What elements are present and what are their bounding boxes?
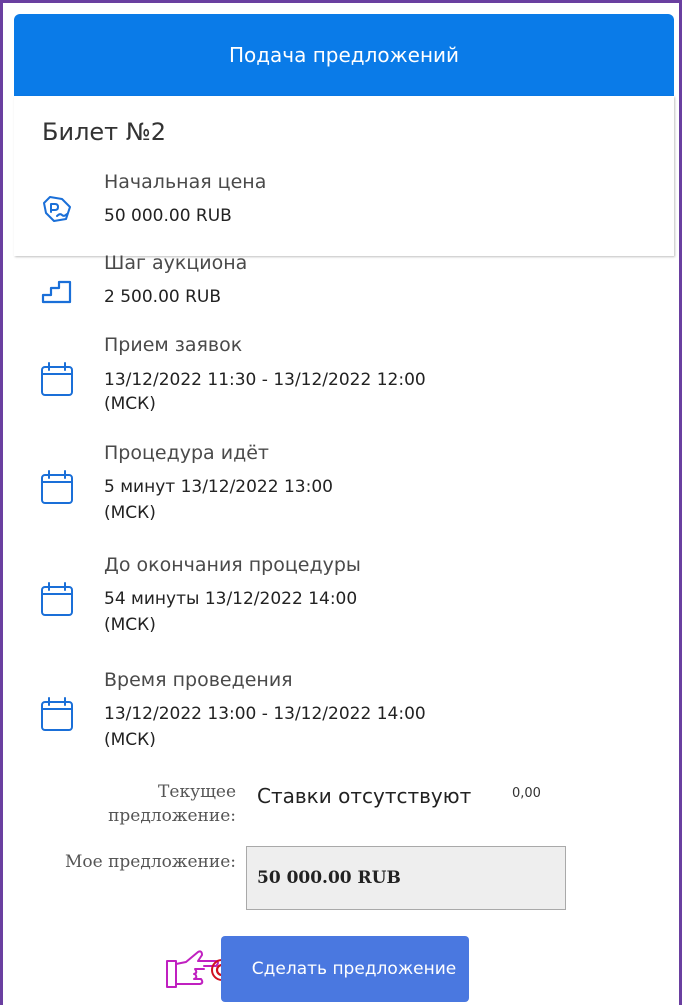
start-price-label: Начальная цена — [104, 171, 267, 193]
start-price-value: 50 000.00 RUB — [104, 206, 232, 226]
calendar-icon — [40, 361, 74, 401]
detail-procedure-running: Процедура идёт 5 минут 13/12/2022 13:00 … — [14, 442, 674, 532]
calendar-icon — [40, 581, 74, 621]
current-offer-value: Ставки отсутствуют — [257, 784, 472, 808]
applications-timezone: (МСК) — [104, 394, 156, 414]
price-tag-icon — [40, 193, 74, 229]
auction-step-label: Шаг аукциона — [104, 252, 248, 274]
detail-until-end: До окончания процедуры 54 минуты 13/12/2… — [14, 554, 674, 644]
calendar-icon — [40, 469, 74, 509]
bid-panel: Подача предложений Билет №2 Начальная це… — [14, 14, 674, 1002]
duration-timezone: (МСК) — [104, 730, 156, 750]
detail-duration: Время проведения 13/12/2022 13:00 - 13/1… — [14, 669, 674, 759]
procedure-running-timezone: (МСК) — [104, 503, 156, 523]
calendar-icon — [40, 696, 74, 736]
detail-applications: Прием заявок 13/12/2022 11:30 - 13/12/20… — [14, 334, 674, 424]
duration-value: 13/12/2022 13:00 - 13/12/2022 14:00 — [104, 704, 426, 724]
until-end-timezone: (МСК) — [104, 615, 156, 635]
applications-value: 13/12/2022 11:30 - 13/12/2022 12:00 — [104, 370, 426, 390]
duration-label: Время проведения — [104, 669, 293, 691]
until-end-value: 54 минуты 13/12/2022 14:00 — [104, 589, 358, 609]
detail-auction-step: Шаг аукциона 2 500.00 RUB — [14, 252, 674, 312]
until-end-label: До окончания процедуры — [104, 554, 361, 576]
panel-title: Подача предложений — [228, 43, 460, 67]
applications-label: Прием заявок — [104, 334, 243, 356]
stairs-icon — [40, 278, 74, 310]
my-offer-label: Мое предложение: — [64, 852, 236, 872]
submit-offer-button[interactable]: Сделать предложение — [221, 936, 469, 1002]
panel-header: Подача предложений — [14, 14, 674, 96]
auction-step-value: 2 500.00 RUB — [104, 287, 222, 307]
my-offer-input[interactable] — [246, 846, 566, 910]
current-offer-amount: 0,00 — [512, 786, 541, 801]
current-offer-label: Текущее предложение: — [108, 782, 236, 826]
ticket-title: Билет №2 — [42, 118, 167, 146]
procedure-running-value: 5 минут 13/12/2022 13:00 — [104, 477, 333, 497]
detail-start-price: Начальная цена 50 000.00 RUB — [14, 171, 674, 231]
procedure-running-label: Процедура идёт — [104, 442, 269, 464]
